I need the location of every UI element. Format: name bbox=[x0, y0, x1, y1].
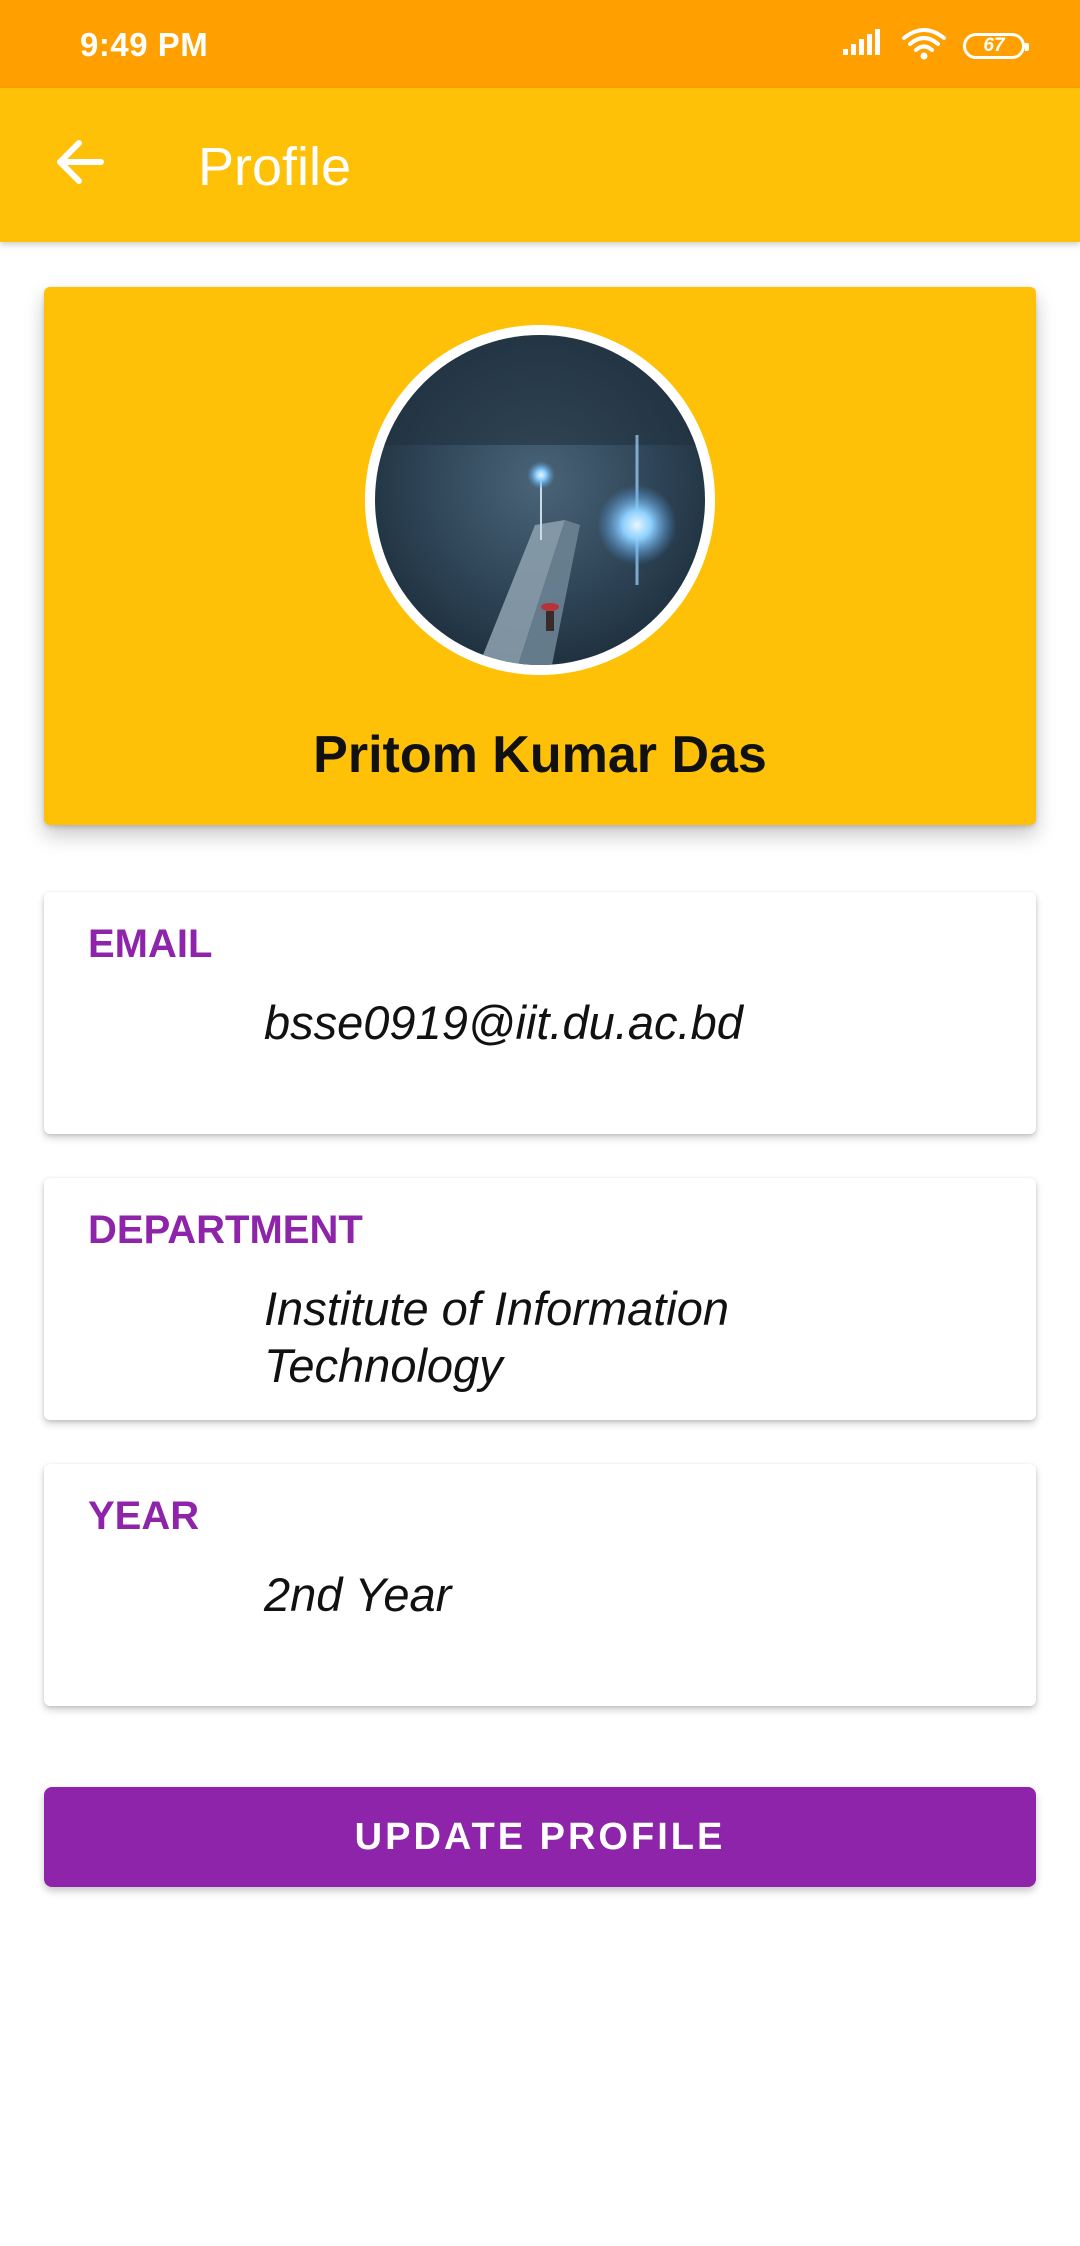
page-title: Profile bbox=[198, 137, 352, 197]
signal-icon bbox=[841, 29, 885, 62]
profile-name: Pritom Kumar Das bbox=[313, 726, 767, 784]
battery-level: 67 bbox=[983, 34, 1005, 56]
year-card: YEAR 2nd Year bbox=[44, 1464, 1036, 1706]
update-profile-button[interactable]: UPDATE PROFILE bbox=[44, 1787, 1036, 1887]
arrow-back-icon bbox=[55, 139, 105, 190]
profile-header-card: Pritom Kumar Das bbox=[44, 287, 1036, 825]
department-value: Institute of Information Technology bbox=[264, 1282, 730, 1392]
year-value: 2nd Year bbox=[264, 1568, 452, 1621]
department-label: DEPARTMENT bbox=[88, 1208, 363, 1252]
status-icons: 67 bbox=[841, 26, 1029, 65]
avatar[interactable] bbox=[365, 325, 715, 675]
status-bar: 9:49 PM 67 bbox=[0, 0, 1080, 88]
email-value: bsse0919@iit.du.ac.bd bbox=[264, 996, 743, 1049]
department-card: DEPARTMENT Institute of Information Tech… bbox=[44, 1178, 1036, 1420]
email-card: EMAIL bsse0919@iit.du.ac.bd bbox=[44, 892, 1036, 1134]
app-bar: Profile bbox=[0, 88, 1080, 242]
battery-icon: 67 bbox=[963, 32, 1029, 59]
email-label: EMAIL bbox=[88, 922, 213, 966]
back-button[interactable] bbox=[44, 128, 116, 200]
wifi-icon bbox=[901, 26, 947, 65]
year-label: YEAR bbox=[88, 1494, 200, 1538]
update-profile-label: UPDATE PROFILE bbox=[354, 1815, 726, 1858]
status-time: 9:49 PM bbox=[80, 26, 209, 63]
